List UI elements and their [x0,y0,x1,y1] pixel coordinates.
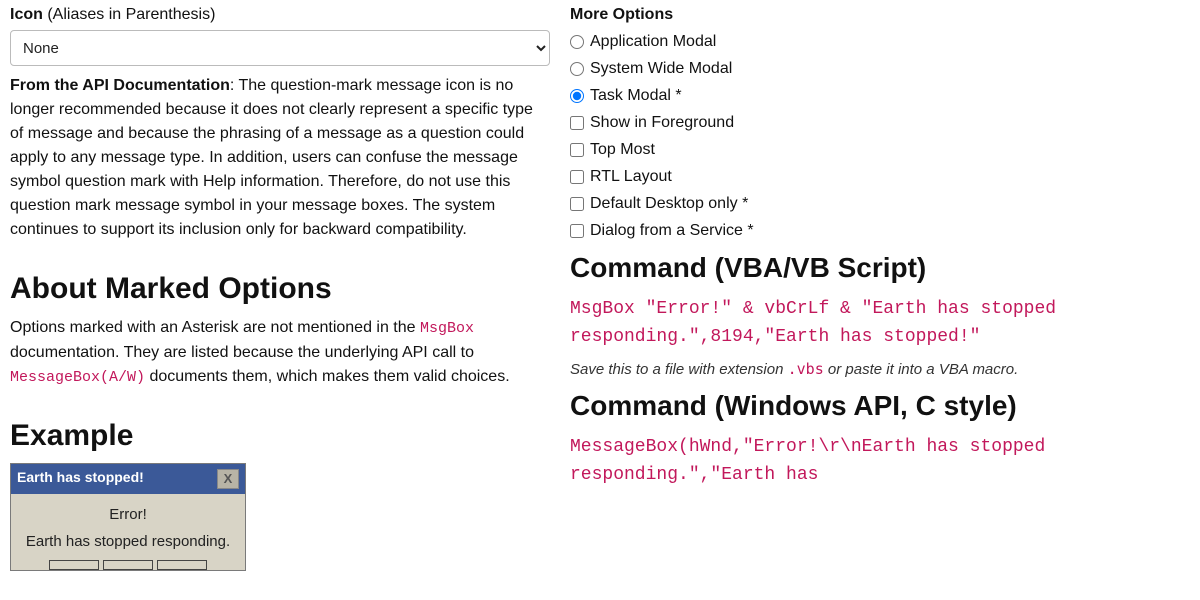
about-text-1: Options marked with an Asterisk are not … [10,319,420,336]
more-option-0[interactable]: Application Modal [570,33,1186,51]
more-option-7[interactable]: Dialog from a Service * [570,222,1186,240]
api-doc-lead: From the API Documentation [10,77,230,94]
checkbox-input[interactable] [570,116,584,130]
cmd-vba-heading: Command (VBA/VB Script) [570,252,1186,284]
about-text-2: documentation. They are listed because t… [10,344,474,361]
option-label: Task Modal * [590,87,682,105]
example-msgbox: Earth has stopped! X Error! Earth has st… [10,463,246,571]
msgbox-code[interactable]: MsgBox [420,320,474,337]
checkbox-input[interactable] [570,224,584,238]
option-label: Dialog from a Service * [590,222,754,240]
icon-field-label: Icon (Aliases in Parenthesis) [10,6,546,24]
api-doc-paragraph: From the API Documentation: The question… [10,74,546,242]
more-option-5[interactable]: RTL Layout [570,168,1186,186]
msgbox-line2: Earth has stopped responding. [19,533,237,550]
more-option-6[interactable]: Default Desktop only * [570,195,1186,213]
more-option-2[interactable]: Task Modal * [570,87,1186,105]
msgbox-line1: Error! [19,506,237,523]
msgbox-button[interactable] [49,560,99,570]
close-icon[interactable]: X [217,469,239,489]
msgbox-title-text: Earth has stopped! [17,469,144,489]
radio-input[interactable] [570,89,584,103]
icon-label-strong: Icon [10,6,43,23]
api-doc-text: : The question-mark message icon is no l… [10,77,533,238]
msgbox-buttons [11,556,245,570]
checkbox-input[interactable] [570,197,584,211]
radio-input[interactable] [570,35,584,49]
about-text-3: documents them, which makes them valid c… [145,368,510,385]
messagebox-code[interactable]: MessageBox(A/W) [10,369,145,386]
option-label: Default Desktop only * [590,195,748,213]
option-label: Show in Foreground [590,114,734,132]
cmd-winapi-code: MessageBox(hWnd,"Error!\r\nEarth has sto… [570,434,1186,490]
about-paragraph: Options marked with an Asterisk are not … [10,316,546,389]
option-label: Top Most [590,141,655,159]
more-options-list: Application Modal System Wide Modal Task M… [570,33,1186,240]
example-heading: Example [10,419,546,453]
checkbox-input[interactable] [570,143,584,157]
option-label: Application Modal [590,33,716,51]
more-option-1[interactable]: System Wide Modal [570,60,1186,78]
icon-select[interactable]: None [10,30,550,66]
cmd-vba-note: Save this to a file with extension .vbs … [570,360,1186,378]
checkbox-input[interactable] [570,170,584,184]
note-ext: .vbs [788,360,824,378]
cmd-vba-code: MsgBox "Error!" & vbCrLf & "Earth has st… [570,296,1186,352]
msgbox-titlebar: Earth has stopped! X [11,464,245,494]
option-label: System Wide Modal [590,60,732,78]
more-options-label: More Options [570,6,1186,24]
radio-input[interactable] [570,62,584,76]
more-option-4[interactable]: Top Most [570,141,1186,159]
more-option-3[interactable]: Show in Foreground [570,114,1186,132]
note-text-b: or paste it into a VBA macro. [824,361,1019,378]
note-text-a: Save this to a file with extension [570,361,788,378]
msgbox-button[interactable] [103,560,153,570]
option-label: RTL Layout [590,168,672,186]
msgbox-body: Error! Earth has stopped responding. [11,494,245,556]
icon-label-paren: (Aliases in Parenthesis) [47,6,215,23]
cmd-winapi-heading: Command (Windows API, C style) [570,390,1186,422]
msgbox-button[interactable] [157,560,207,570]
about-heading: About Marked Options [10,272,546,306]
